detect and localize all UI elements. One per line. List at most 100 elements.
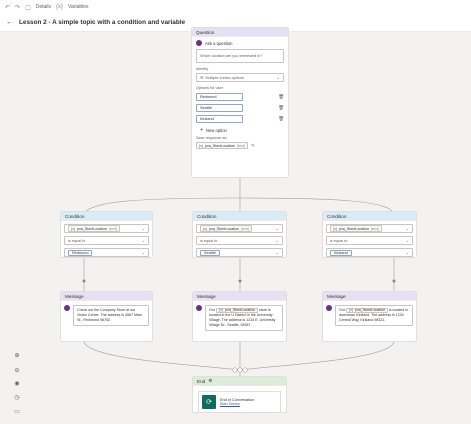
option-field[interactable]: Kirkland (196, 115, 243, 123)
page-title: Lesson 2 - A simple topic with a conditi… (19, 19, 186, 26)
top-toolbar: ↶ ↷ ▢ Details {x} Variables (0, 0, 471, 14)
operator-value: is equal to (330, 238, 348, 243)
minimap-icon[interactable]: ▭ (12, 408, 22, 415)
message-prefix: Our (339, 308, 345, 313)
condition-variable-field[interactable]: {x} pva_StoreLocation (text) ⌄ (326, 224, 413, 233)
variable-name: pva_StoreLocation (208, 226, 239, 231)
condition-value-field[interactable]: Kirkland ⌄ (326, 248, 413, 257)
identify-value: Multiple choice options (205, 75, 244, 80)
variable-chip: {x} pva_StoreLocation (text) (68, 225, 121, 232)
chevron-down-icon: ⌄ (405, 226, 409, 231)
chevron-down-icon: ⌄ (141, 226, 145, 231)
condition-node-header: Condition (61, 212, 152, 221)
message-node[interactable]: Message Our {x} pva_StoreLocation store … (192, 291, 287, 342)
trash-icon[interactable]: 🗑 (278, 105, 284, 111)
variable-name: pva_StoreLocation (76, 226, 107, 231)
question-prompt-field[interactable]: Which location are you interested in? (196, 49, 284, 63)
new-option-button[interactable]: New option (206, 128, 227, 133)
condition-value: Redmond (68, 249, 93, 256)
operator-value: is equal to (68, 238, 86, 243)
chevron-down-icon: ⌄ (275, 250, 279, 255)
condition-variable-field[interactable]: {x} pva_StoreLocation (text) ⌄ (196, 224, 283, 233)
settings-icon[interactable]: ⚙ (208, 378, 212, 384)
variable-icon: {x} (203, 226, 207, 231)
message-text[interactable]: Check out the Company Store at our Visit… (73, 305, 149, 326)
details-button[interactable]: Details (36, 4, 51, 10)
message-text[interactable]: Our {x} pva_StoreLocation store is locat… (205, 305, 283, 331)
option-field[interactable]: Redmond (196, 93, 243, 101)
chevron-down-icon: ⌄ (276, 75, 280, 80)
chat-bubble-icon (196, 40, 202, 46)
condition-node[interactable]: Condition {x} pva_StoreLocation (text) ⌄… (192, 211, 287, 258)
chat-bubble-icon (64, 305, 70, 311)
variable-chip: {x} pva_StoreLocation (text) (200, 225, 253, 232)
option-field[interactable]: Seattle (196, 104, 243, 112)
identify-label: Identify (196, 67, 209, 71)
end-node-title: End (197, 378, 206, 384)
start-survey-link[interactable]: Start Survey (220, 402, 254, 406)
variables-button[interactable]: Variables (68, 4, 88, 10)
trash-icon[interactable]: 🗑 (278, 116, 284, 122)
zoom-out-icon[interactable]: ⊖ (12, 367, 22, 374)
message-node[interactable]: Message Our {x} pva_StoreLocation is loc… (322, 291, 417, 342)
condition-value: Seattle (200, 249, 220, 256)
condition-node-header: Condition (193, 212, 286, 221)
chevron-down-icon: ⌄ (275, 238, 279, 243)
message-node-header: Message (61, 292, 152, 301)
redo-icon[interactable]: ↷ (15, 4, 20, 11)
list-icon: ☰ (200, 76, 204, 80)
save-response-label: Save response as (196, 136, 227, 140)
operator-select[interactable]: is equal to ⌄ (196, 236, 283, 245)
chevron-down-icon: ⌄ (275, 226, 279, 231)
arrow-left-icon[interactable]: ← (6, 19, 13, 26)
variable-type: (text) (370, 226, 380, 231)
condition-node-header: Condition (323, 212, 416, 221)
options-label: Options for user (196, 86, 224, 90)
operator-select[interactable]: is equal to ⌄ (326, 236, 413, 245)
variable-chip: {x} pva_StoreLocation (text) (330, 225, 383, 232)
variable-name: pva_StoreLocation (204, 143, 235, 148)
variable-type: (text) (108, 226, 118, 231)
condition-value: Kirkland (330, 249, 352, 256)
undo-icon[interactable]: ↶ (5, 4, 10, 11)
condition-node[interactable]: Condition {x} pva_StoreLocation (text) ⌄… (60, 211, 153, 258)
pencil-icon[interactable]: ✎ (251, 143, 255, 149)
variable-name: pva_StoreLocation (338, 226, 369, 231)
message-node-header: Message (323, 292, 416, 301)
trash-icon[interactable]: 🗑 (278, 94, 284, 100)
variable-icon: {x} (199, 143, 203, 148)
variable-icon: {x} (333, 226, 337, 231)
chevron-down-icon: ⌄ (141, 238, 145, 243)
end-conversation-box[interactable]: ⟳ End of Conversation Start Survey (198, 391, 281, 413)
condition-variable-field[interactable]: {x} pva_StoreLocation (text) ⌄ (64, 224, 149, 233)
question-node-header: Question (192, 28, 288, 37)
plus-icon[interactable]: + (200, 127, 203, 133)
variable-chip[interactable]: {x} pva_StoreLocation (text) (196, 142, 249, 149)
end-node[interactable]: End ⚙ ⟳ End of Conversation Start Survey (192, 376, 287, 413)
chevron-down-icon: ⌄ (405, 250, 409, 255)
zoom-in-icon[interactable]: ⊕ (12, 352, 22, 359)
chat-bubble-icon (196, 305, 202, 311)
details-icon: ▢ (25, 4, 31, 11)
question-node[interactable]: Question Ask a question Which location a… (191, 27, 289, 178)
chat-bubble-icon (326, 305, 332, 311)
end-conversation-icon: ⟳ (202, 395, 216, 409)
condition-value-field[interactable]: Seattle ⌄ (196, 248, 283, 257)
message-text[interactable]: Our {x} pva_StoreLocation is located in … (335, 305, 413, 326)
end-node-header: End ⚙ (193, 377, 286, 386)
condition-node[interactable]: Condition {x} pva_StoreLocation (text) ⌄… (322, 211, 417, 258)
message-node-header: Message (193, 292, 286, 301)
message-node[interactable]: Message Check out the Company Store at o… (60, 291, 153, 342)
ask-question-label: Ask a question (205, 40, 233, 46)
operator-select[interactable]: is equal to ⌄ (64, 236, 149, 245)
fit-view-icon[interactable]: ◉ (12, 380, 22, 387)
identify-select[interactable]: ☰ Multiple choice options ⌄ (196, 73, 284, 82)
message-prefix: Our (209, 308, 215, 313)
variable-type: (text) (236, 143, 246, 148)
condition-value-field[interactable]: Redmond ⌄ (64, 248, 149, 257)
history-icon[interactable]: ◷ (12, 394, 22, 401)
operator-value: is equal to (200, 238, 218, 243)
chevron-down-icon: ⌄ (405, 238, 409, 243)
variable-icon: {x} (71, 226, 75, 231)
chevron-down-icon: ⌄ (141, 250, 145, 255)
